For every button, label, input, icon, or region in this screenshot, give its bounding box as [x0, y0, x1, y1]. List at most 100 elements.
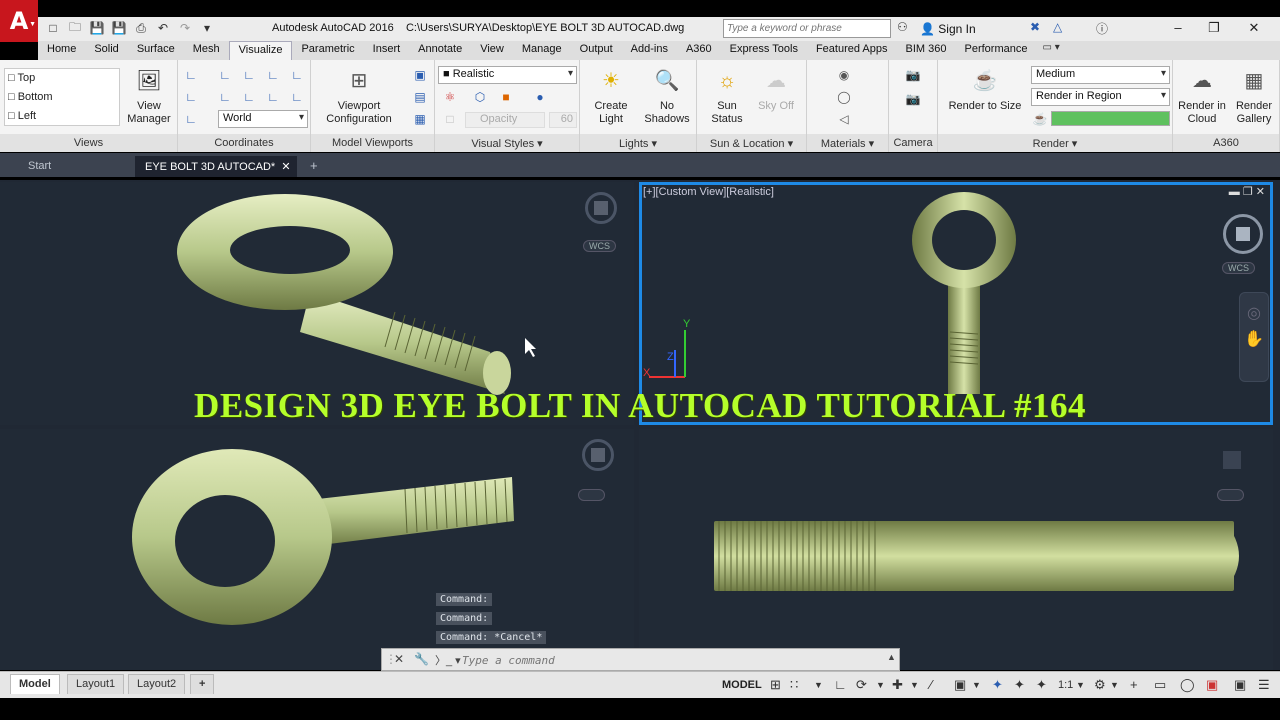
minimize-button[interactable]: – [1160, 20, 1196, 35]
annotation-scale-value[interactable]: 1:1 [1058, 679, 1073, 691]
command-customize-icon[interactable]: 🔧 [414, 652, 429, 666]
tab-featured-apps[interactable]: Featured Apps [807, 41, 897, 60]
material-mapping-icon[interactable]: ◁ [835, 110, 853, 128]
new-tab-icon[interactable]: + [300, 156, 328, 177]
join-viewports-icon[interactable]: ▤ [411, 88, 429, 106]
viewport-configuration-button[interactable]: ⊞ Viewport Configuration [319, 66, 399, 126]
close-tab-icon[interactable]: ✕ [281, 161, 290, 173]
fullscreen-icon[interactable]: ▣ [1234, 677, 1246, 693]
tab-bim-360[interactable]: BIM 360 [897, 41, 956, 60]
tab-visualize[interactable]: Visualize [228, 41, 293, 60]
ucs-y-icon[interactable]: ∟ [216, 88, 234, 106]
view-top[interactable]: □ Top [8, 72, 35, 84]
save-icon[interactable]: 💾 [88, 19, 106, 37]
clean-screen-icon[interactable]: ▣ [1206, 677, 1218, 693]
tab-surface[interactable]: Surface [128, 41, 184, 60]
save-as-icon[interactable]: 💾 [110, 19, 128, 37]
command-history-toggle-icon[interactable]: ▲ [887, 652, 896, 662]
opacity-slider[interactable]: Opacity [465, 112, 545, 128]
ucs-dropdown[interactable]: World [218, 110, 308, 128]
isodraft-icon[interactable]: ✚ [892, 677, 903, 693]
view-left[interactable]: □ Left [8, 110, 36, 122]
open-folder-icon[interactable]: 🗀 [66, 19, 84, 37]
tab-model[interactable]: Model [10, 674, 60, 694]
opacity-value[interactable]: 60 [549, 112, 577, 128]
tab-express-tools[interactable]: Express Tools [721, 41, 807, 60]
ucs-icon[interactable]: ∟ [182, 66, 200, 84]
tab-view[interactable]: View [471, 41, 513, 60]
tab-performance[interactable]: Performance [955, 41, 1036, 60]
maximize-button[interactable]: ❐ [1196, 20, 1232, 36]
auto-scale-icon[interactable]: ✦ [1014, 677, 1025, 693]
viewport-bottom-right[interactable] [639, 429, 1273, 670]
redo-icon[interactable]: ↷ [176, 19, 194, 37]
sign-in-button[interactable]: 👤 Sign In [920, 22, 976, 36]
sun-status-button[interactable]: ☼ Sun Status [703, 66, 751, 126]
viewport-window-controls[interactable]: ▬ ❐ ✕ [1229, 185, 1265, 198]
ucs-face-icon[interactable]: ∟ [288, 88, 306, 106]
ucs-view-icon[interactable]: ∟ [288, 66, 306, 84]
tab-annotate[interactable]: Annotate [409, 41, 471, 60]
viewcube-icon[interactable] [585, 192, 617, 224]
view-bottom[interactable]: □ Bottom [8, 91, 53, 103]
viewport-controls-label[interactable]: [+][Custom View][Realistic] [643, 186, 774, 198]
polar-icon[interactable]: ⟳ [856, 677, 867, 693]
polar-menu-icon[interactable]: ▼ [876, 680, 885, 690]
materials-browser-icon[interactable]: ◉ [835, 66, 853, 84]
search-input[interactable] [723, 19, 891, 38]
model-space-toggle[interactable]: MODEL [722, 679, 762, 691]
ribbon-minimize-icon[interactable]: ▭ ▾ [1036, 41, 1065, 60]
ucs-x-icon[interactable]: ∟ [240, 66, 258, 84]
viewcube-icon[interactable] [582, 439, 614, 471]
navigation-bar[interactable]: ◎ ✋ [1239, 292, 1269, 382]
command-input[interactable] [462, 652, 882, 668]
restore-viewports-icon[interactable]: ▦ [411, 110, 429, 128]
ucs-3point-icon[interactable]: ∟ [240, 88, 258, 106]
object-snap-tracking-icon[interactable]: ∕ [930, 677, 932, 692]
help-icon[interactable]: ⓘ [1096, 20, 1108, 37]
face-style-icon[interactable]: ⬡ [471, 88, 489, 106]
named-viewports-icon[interactable]: ▣ [411, 66, 429, 84]
isodraft-menu-icon[interactable]: ▼ [910, 680, 919, 690]
print-icon[interactable]: ⎙ [132, 19, 150, 37]
snap-menu-icon[interactable]: ▼ [814, 680, 823, 690]
object-snap-menu-icon[interactable]: ▼ [972, 680, 981, 690]
tab-eye-bolt-drawing[interactable]: EYE BOLT 3D AUTOCAD* ✕ [135, 156, 297, 177]
ucs-named-icon[interactable]: ∟ [182, 110, 200, 128]
binoculars-icon[interactable]: ⚇ [897, 20, 908, 34]
wcs-menu[interactable]: WCS [1222, 262, 1255, 274]
tab-home[interactable]: Home [38, 41, 85, 60]
render-quality-dropdown[interactable]: Medium [1031, 66, 1170, 84]
ucs-menu-faded[interactable] [578, 489, 606, 501]
x-ray-icon[interactable]: ● [531, 88, 549, 106]
viewcube-icon[interactable] [1223, 451, 1241, 469]
tab-add-ins[interactable]: Add-ins [622, 41, 677, 60]
tab-insert[interactable]: Insert [364, 41, 410, 60]
isolate-objects-icon[interactable]: ◯ [1180, 677, 1195, 693]
ucs-z-icon[interactable]: ∟ [216, 66, 234, 84]
workspace-gear-icon[interactable]: ⚙ [1094, 677, 1106, 693]
tab-output[interactable]: Output [571, 41, 622, 60]
no-shadows-button[interactable]: 🔍 No Shadows [640, 66, 694, 126]
create-light-button[interactable]: ☀ Create Light [586, 66, 636, 126]
pan-hand-icon[interactable]: ✋ [1240, 329, 1268, 349]
ucs-object-icon[interactable]: ∟ [264, 88, 282, 106]
render-window-icon[interactable]: ☕ [1031, 110, 1049, 128]
ucs-world-icon[interactable]: ∟ [182, 88, 200, 106]
command-prompt-icon[interactable]: 〉_ ▾ [435, 652, 461, 668]
add-layout-icon[interactable]: + [190, 674, 215, 694]
view-manager-button[interactable]: 🖼 View Manager [124, 66, 174, 126]
ucs-menu-faded[interactable] [1217, 489, 1245, 501]
application-menu-button[interactable]: A ▼ [0, 0, 38, 42]
create-camera-icon[interactable]: 📷 [904, 66, 922, 84]
edge-effects-icon[interactable]: ⚛ [441, 88, 459, 106]
tab-solid[interactable]: Solid [85, 41, 127, 60]
steering-wheel-icon[interactable]: ◎ [1240, 303, 1268, 323]
qat-menu-icon[interactable]: ▾ [198, 19, 216, 37]
scale-menu-icon[interactable]: ▼ [1076, 680, 1085, 690]
tab-mesh[interactable]: Mesh [184, 41, 229, 60]
close-button[interactable]: ✕ [1236, 20, 1272, 36]
annotation-scale-icon[interactable]: ✦ [1036, 677, 1047, 693]
customization-icon[interactable]: ☰ [1258, 677, 1270, 693]
workspace-menu-icon[interactable]: ▼ [1110, 680, 1119, 690]
